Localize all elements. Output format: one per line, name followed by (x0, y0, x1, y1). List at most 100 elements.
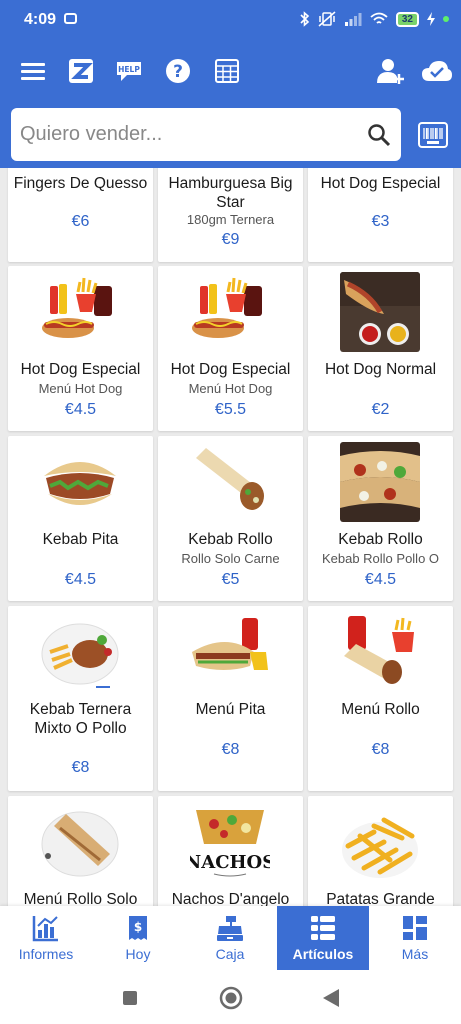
product-name: Menú Rollo (341, 701, 420, 718)
product-image-menu-rollo (340, 612, 420, 692)
nav-mas[interactable]: Más (369, 906, 461, 970)
product-image-kebab-plate (40, 612, 120, 692)
signal-icon (344, 13, 362, 26)
product-card[interactable]: Fingers De Quesso €6 (8, 168, 153, 262)
product-name: Hot Dog Especial (170, 361, 291, 378)
help-chat-icon[interactable]: HELP (114, 56, 146, 86)
nav-label: Informes (18, 946, 74, 962)
search-area (0, 102, 461, 168)
product-price: €9 (221, 231, 240, 248)
product-image-hotdog-combo (40, 272, 120, 352)
product-price: €4.5 (364, 571, 397, 588)
vibrate-mute-icon (318, 11, 336, 27)
zettle-logo-icon[interactable] (66, 56, 96, 86)
product-image-fries (340, 802, 420, 882)
search-input[interactable] (20, 120, 360, 148)
product-price: €5 (221, 571, 240, 588)
product-card[interactable]: Hot Dog Especial Menú Hot Dog €5.5 (158, 266, 303, 431)
product-card[interactable]: Kebab Ternera Mixto O Pollo €8 (8, 606, 153, 791)
product-image-nachos: NACHOS (190, 802, 270, 882)
barcode-scanner-icon[interactable] (418, 122, 448, 148)
more-grid-icon (403, 916, 427, 940)
bluetooth-icon (300, 11, 310, 27)
product-price: €8 (71, 759, 90, 776)
product-price: €2 (371, 401, 390, 418)
status-bar: 4:09 32 (0, 0, 461, 40)
charging-icon (427, 12, 435, 26)
product-image-hotdog-combo (190, 272, 270, 352)
product-card[interactable]: Kebab Rollo Rollo Solo Carne €5 (158, 436, 303, 601)
nachos-logo-text: NACHOS (190, 852, 270, 873)
question-icon[interactable]: ? (163, 56, 193, 86)
system-navigation-bar (0, 976, 461, 1024)
nav-label: Más (401, 946, 429, 962)
notification-dot (443, 16, 449, 22)
svg-text:?: ? (173, 62, 183, 82)
item-list-icon (311, 916, 335, 940)
product-card[interactable]: Patatas Grande (308, 796, 453, 906)
battery-icon: 32 (395, 11, 419, 27)
product-image-rollo-solo (40, 802, 120, 882)
wifi-icon (370, 12, 388, 24)
app-toolbar: HELP ? (0, 40, 461, 102)
product-name: Nachos D'angelo (171, 891, 290, 906)
product-subtitle: Menú Hot Dog (188, 381, 273, 396)
product-subtitle: Kebab Rollo Pollo O (321, 551, 440, 566)
product-price: €6 (71, 213, 90, 230)
product-price: €3 (371, 213, 390, 230)
home-icon[interactable] (219, 986, 243, 1010)
nav-label: Caja (215, 946, 245, 962)
add-user-icon[interactable] (376, 56, 406, 86)
cash-register-icon (217, 916, 243, 941)
product-name: Kebab Rollo (188, 531, 273, 548)
product-image-hotdog (340, 272, 420, 352)
product-price: €5.5 (214, 401, 247, 418)
search-box (11, 108, 401, 161)
product-price: €4.5 (64, 571, 97, 588)
product-card[interactable]: Hot Dog Especial Menú Hot Dog €4.5 (8, 266, 153, 431)
status-time: 4:09 (24, 11, 57, 28)
product-name: Kebab Rollo (338, 531, 423, 548)
product-card[interactable]: Kebab Rollo Kebab Rollo Pollo O €4.5 (308, 436, 453, 601)
product-card[interactable]: Menú Rollo €8 (308, 606, 453, 791)
nav-informes[interactable]: Informes (0, 906, 92, 970)
svg-text:$: $ (134, 920, 142, 934)
product-name: Menú Pita (195, 701, 266, 718)
product-name: Hot Dog Especial (320, 175, 441, 192)
product-subtitle: Rollo Solo Carne (181, 551, 280, 566)
product-card[interactable]: Hamburguesa Big Star 180gm Ternera €9 (158, 168, 303, 262)
product-image-menu-pita (190, 612, 270, 692)
product-subtitle: Menú Hot Dog (38, 381, 123, 396)
product-name: Hot Dog Normal (324, 361, 437, 378)
product-card[interactable]: Kebab Pita €4.5 (8, 436, 153, 601)
nav-hoy[interactable]: $ Hoy (92, 906, 184, 970)
product-card[interactable]: Menú Pita €8 (158, 606, 303, 791)
search-icon[interactable] (367, 123, 391, 147)
product-card[interactable]: Menú Rollo Solo (8, 796, 153, 906)
back-icon[interactable] (322, 988, 340, 1008)
grid-layout-icon[interactable] (212, 56, 242, 86)
receipt-icon: $ (129, 916, 147, 940)
product-name: Hot Dog Especial (20, 361, 141, 378)
product-price: €8 (371, 741, 390, 758)
product-name: Kebab Ternera Mixto O Pollo (29, 701, 132, 737)
product-price: €8 (221, 741, 240, 758)
product-subtitle: 180gm Ternera (186, 212, 275, 227)
help-badge-text: HELP (118, 65, 140, 74)
menu-icon[interactable] (18, 56, 48, 86)
nav-label: Hoy (125, 946, 151, 962)
chart-icon (32, 916, 58, 942)
nav-articulos[interactable]: Artículos (277, 906, 369, 970)
bottom-navigation: Informes $ Hoy Caja Artículos Más (0, 906, 461, 976)
product-name: Hamburguesa Big Star (168, 175, 293, 211)
product-card[interactable]: Hot Dog Normal €2 (308, 266, 453, 431)
product-card[interactable]: Hot Dog Especial €3 (308, 168, 453, 262)
nav-caja[interactable]: Caja (184, 906, 276, 970)
product-image-kebab-roll (190, 442, 270, 522)
product-name: Fingers De Quesso (13, 175, 148, 192)
product-name: Patatas Grande (326, 891, 435, 906)
product-card[interactable]: NACHOS Nachos D'angelo (158, 796, 303, 906)
product-grid: Fingers De Quesso €6 Hamburguesa Big Sta… (0, 168, 461, 906)
cloud-sync-icon[interactable] (420, 56, 454, 86)
recents-icon[interactable] (122, 990, 138, 1006)
